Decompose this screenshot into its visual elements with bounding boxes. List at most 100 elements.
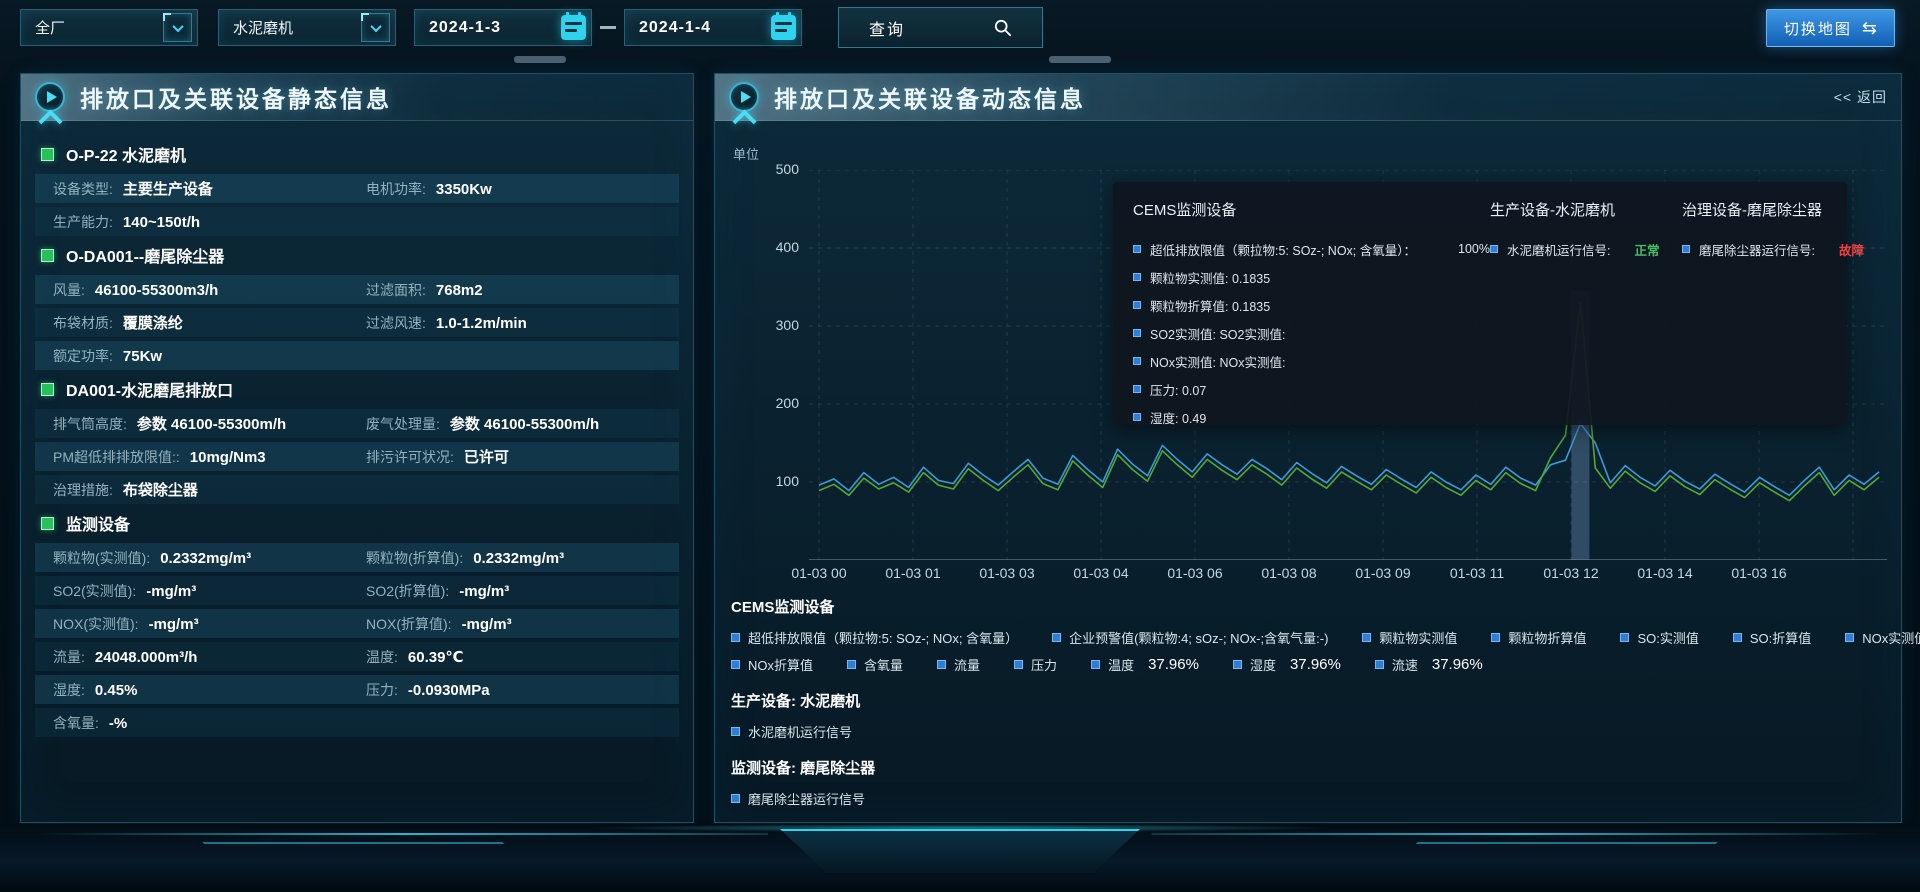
blue-square-icon xyxy=(1375,660,1384,669)
blue-square-icon xyxy=(1133,357,1141,365)
info-cell: 风量:46100-55300m3/h xyxy=(53,280,366,300)
tooltip-item: 磨尾除尘器运行信号:故障 xyxy=(1682,235,1864,263)
legend-item-label: 流量 xyxy=(954,655,980,674)
chevron-down-icon[interactable] xyxy=(361,13,390,42)
start-date-input[interactable]: 2024-1-3 xyxy=(414,9,592,46)
section-heading-label: O-DA001--磨尾除尘器 xyxy=(66,243,224,267)
info-value: 布袋除尘器 xyxy=(123,479,198,500)
tooltip-column-title: 生产设备-水泥磨机 xyxy=(1490,199,1682,220)
tooltip-item-text: 超低排放限值（颗拉物:5: SOz-; NOx; 含氧量）： xyxy=(1150,240,1416,259)
tooltip-item: 水泥磨机运行信号:正常 xyxy=(1490,235,1682,263)
blue-square-icon xyxy=(1133,385,1141,393)
info-row: PM超低排排放限值::10mg/Nm3排污许可状况:已许可 xyxy=(35,442,679,471)
dynamic-info-panel: 排放口及关联设备动态信息 << 返回 单位 100200300400500 01… xyxy=(714,73,1902,823)
green-square-icon xyxy=(41,249,54,262)
info-value: -% xyxy=(109,715,127,732)
legend-item[interactable]: NOx实测值 xyxy=(1845,628,1920,647)
legend-item[interactable]: SO:折算值 xyxy=(1733,628,1811,647)
legend-item[interactable]: 企业预警值(颗粒物:4; sOz-; NOx-;含氧气量:-) xyxy=(1052,628,1328,647)
y-axis-tick: 500 xyxy=(751,161,799,177)
legend-row: 磨尾除尘器运行信号 xyxy=(731,789,1891,808)
blue-square-icon xyxy=(1233,660,1242,669)
search-icon xyxy=(994,19,1012,37)
back-link[interactable]: << 返回 xyxy=(1834,87,1887,107)
plant-select[interactable]: 全厂 xyxy=(20,9,198,46)
deco-line xyxy=(38,833,768,835)
info-cell: 设备类型:主要生产设备 xyxy=(53,178,366,199)
info-label: 废气处理量: xyxy=(366,414,440,434)
legend-row: NOx折算值 含氧量 流量 压力 温度37.96% 湿度37.96% 流速37.96% xyxy=(731,655,1891,674)
legend-item[interactable]: 压力 xyxy=(1014,655,1057,674)
blue-square-icon xyxy=(1490,245,1498,253)
info-cell: SO2(折算值):-mg/m³ xyxy=(366,581,679,601)
calendar-icon[interactable] xyxy=(561,15,586,40)
legend-item[interactable]: 超低排放限值（颗拉物:5: SOz-; NOx; 含氧量） xyxy=(731,628,1018,647)
chart-tooltip: CEMS监测设备超低排放限值（颗拉物:5: SOz-; NOx; 含氧量）：10… xyxy=(1113,182,1847,425)
info-cell: 流量:24048.000m³/h xyxy=(53,647,366,667)
switch-map-button[interactable]: 切换地图 ⇆ xyxy=(1766,9,1895,47)
legend-item[interactable]: SO:实测值 xyxy=(1620,628,1698,647)
info-cell: 过滤面积:768m2 xyxy=(366,280,679,300)
x-axis-label: 01-03 14 xyxy=(1625,565,1705,581)
scrollbar-thumb[interactable] xyxy=(1049,56,1111,63)
x-axis-label: 01-03 12 xyxy=(1531,565,1611,581)
swap-arrows-icon: ⇆ xyxy=(1862,18,1877,39)
green-square-icon xyxy=(41,148,54,161)
info-value: 3350Kw xyxy=(436,181,492,198)
legend-prod-title: 生产设备: 水泥磨机 xyxy=(731,690,1891,711)
chevron-down-icon[interactable] xyxy=(163,13,192,42)
date-range-separator xyxy=(600,26,616,29)
info-row: 设备类型:主要生产设备电机功率:3350Kw xyxy=(35,174,679,203)
tooltip-item-text: 颗粒物折算值: 0.1835 xyxy=(1150,296,1270,315)
info-label: 治理措施: xyxy=(53,480,113,500)
tooltip-column-title: 治理设备-磨尾除尘器 xyxy=(1682,199,1864,220)
legend-item[interactable]: NOx折算值 xyxy=(731,655,813,674)
info-row: 含氧量: -% xyxy=(35,708,679,737)
tooltip-column: 生产设备-水泥磨机水泥磨机运行信号:正常 xyxy=(1490,199,1682,425)
info-cell: 颗粒物(实测值):0.2332mg/m³ xyxy=(53,548,366,568)
legend-row: 水泥磨机运行信号 xyxy=(731,722,1891,741)
dynamic-info-header: 排放口及关联设备动态信息 << 返回 xyxy=(715,74,1901,121)
tooltip-item: NOx实测值: NOx实测值: xyxy=(1133,347,1490,375)
info-value: 75Kw xyxy=(123,348,162,365)
info-value: 覆膜涤纶 xyxy=(123,312,183,333)
info-label: PM超低排排放限值:: xyxy=(53,447,180,467)
legend-item[interactable]: 颗粒物实测值 xyxy=(1362,628,1457,647)
legend-item-label: NOx折算值 xyxy=(748,655,813,674)
info-cell: 过滤风速:1.0-1.2m/min xyxy=(366,313,679,333)
legend-item[interactable]: 湿度37.96% xyxy=(1233,655,1341,674)
calendar-icon[interactable] xyxy=(771,15,796,40)
scrollbar-thumb[interactable] xyxy=(514,56,566,63)
info-label: 含氧量: xyxy=(53,713,99,733)
green-square-icon xyxy=(41,517,54,530)
legend-item[interactable]: 温度37.96% xyxy=(1091,655,1199,674)
legend-item-label: 温度 xyxy=(1108,655,1134,674)
legend-item[interactable]: 含氧量 xyxy=(847,655,903,674)
section-heading: 监测设备 xyxy=(35,508,679,538)
info-label: 风量: xyxy=(53,280,85,300)
info-value: -mg/m³ xyxy=(462,616,512,633)
legend-item[interactable]: 磨尾除尘器运行信号 xyxy=(731,789,865,808)
legend-item[interactable]: 流速37.96% xyxy=(1375,655,1483,674)
blue-square-icon xyxy=(1491,633,1500,642)
blue-square-icon xyxy=(1091,660,1100,669)
dashboard: 全厂 水泥磨机 2024-1-3 2024-1-4 查询 切换地图 ⇆ xyxy=(0,0,1920,892)
info-cell: 电机功率:3350Kw xyxy=(366,179,679,199)
blue-square-icon xyxy=(1014,660,1023,669)
emissions-chart[interactable]: 单位 100200300400500 01-03 0001-03 0101-03… xyxy=(715,121,1901,591)
blue-square-icon xyxy=(1733,633,1742,642)
tooltip-item: 颗粒物折算值: 0.1835 xyxy=(1133,291,1490,319)
legend-item[interactable]: 颗粒物折算值 xyxy=(1491,628,1586,647)
info-cell: 布袋材质:覆膜涤纶 xyxy=(53,312,366,333)
tooltip-column-title: CEMS监测设备 xyxy=(1133,199,1490,220)
blue-square-icon xyxy=(847,660,856,669)
end-date-input[interactable]: 2024-1-4 xyxy=(624,9,802,46)
legend-item[interactable]: 流量 xyxy=(937,655,980,674)
tooltip-item: 超低排放限值（颗拉物:5: SOz-; NOx; 含氧量）：100% xyxy=(1133,235,1490,263)
tooltip-item-text: 湿度: 0.49 xyxy=(1150,408,1206,427)
query-button[interactable]: 查询 xyxy=(838,7,1043,48)
x-axis-label: 01-03 08 xyxy=(1249,565,1329,581)
device-select[interactable]: 水泥磨机 xyxy=(218,9,396,46)
x-axis-label: 01-03 03 xyxy=(967,565,1047,581)
legend-item[interactable]: 水泥磨机运行信号 xyxy=(731,722,852,741)
